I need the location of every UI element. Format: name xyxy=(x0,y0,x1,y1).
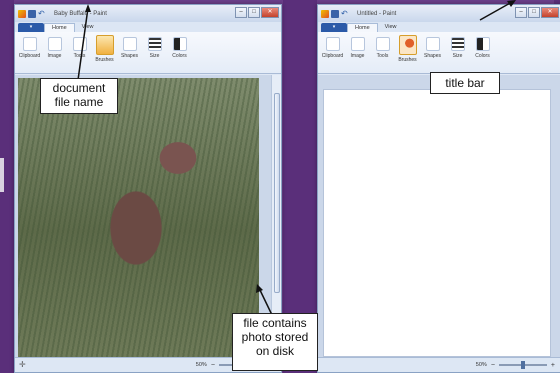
tab-home[interactable]: Home xyxy=(347,23,378,32)
zoom-minus-icon[interactable]: − xyxy=(491,362,495,369)
maximize-button[interactable]: □ xyxy=(528,7,540,18)
ribbon-group-clipboard[interactable]: Clipboard xyxy=(18,34,41,71)
title-bar[interactable]: ↶ Baby Buffalo - Paint – □ ✕ xyxy=(15,5,281,22)
background-marker xyxy=(0,158,4,192)
close-button[interactable]: ✕ xyxy=(261,7,279,18)
tools-icon xyxy=(72,37,87,51)
callout-document-file-name: document file name xyxy=(40,78,118,114)
group-label: Size xyxy=(149,53,160,59)
group-label: Colors xyxy=(172,53,187,59)
callout-title-bar: title bar xyxy=(430,72,500,94)
group-label: Tools xyxy=(376,53,389,59)
scroll-thumb[interactable] xyxy=(274,93,280,293)
group-label: Clipboard xyxy=(321,53,344,59)
file-menu-button[interactable]: ▾ xyxy=(321,23,347,32)
zoom-level: 50% xyxy=(195,362,207,368)
close-button[interactable]: ✕ xyxy=(541,7,559,18)
group-label: Shapes xyxy=(424,53,441,59)
shapes-icon xyxy=(425,37,440,51)
zoom-level: 50% xyxy=(475,362,487,368)
ribbon-group-image[interactable]: Image xyxy=(346,34,369,71)
file-menu-button[interactable]: ▾ xyxy=(18,23,44,32)
colors-icon xyxy=(475,37,490,51)
window-controls: – □ ✕ xyxy=(515,7,559,18)
colors-icon xyxy=(172,37,187,51)
window-controls: – □ ✕ xyxy=(235,7,279,18)
ribbon-group-colors[interactable]: Colors xyxy=(471,34,494,71)
maximize-button[interactable]: □ xyxy=(248,7,260,18)
tools-icon xyxy=(375,37,390,51)
undo-icon[interactable]: ↶ xyxy=(341,9,349,18)
ribbon-group-colors[interactable]: Colors xyxy=(168,34,191,71)
callout-text: document file name xyxy=(52,81,106,109)
ribbon-group-size[interactable]: Size xyxy=(446,34,469,71)
callout-file-contains: file contains photo stored on disk xyxy=(232,313,318,371)
group-label: Size xyxy=(452,53,463,59)
ribbon-group-shapes[interactable]: Shapes xyxy=(421,34,444,71)
zoom-minus-icon[interactable]: − xyxy=(211,362,215,369)
buffalo-photo[interactable] xyxy=(18,78,259,357)
ribbon-group-shapes[interactable]: Shapes xyxy=(118,34,141,71)
shapes-icon xyxy=(122,37,137,51)
ribbon: Clipboard Image Tools Brushes Shapes Siz… xyxy=(15,32,281,74)
size-icon xyxy=(450,37,465,51)
save-icon[interactable] xyxy=(28,9,36,18)
window-title: Baby Buffalo - Paint xyxy=(54,10,107,17)
ribbon-tabs: ▾ Home View xyxy=(15,22,281,32)
zoom-slider[interactable] xyxy=(498,361,547,369)
group-label: Brushes xyxy=(398,57,417,63)
tab-view[interactable]: View xyxy=(75,23,101,32)
group-label: Tools xyxy=(73,53,86,59)
clipboard-icon xyxy=(22,37,37,51)
size-icon xyxy=(147,37,162,51)
zoom-plus-icon[interactable]: + xyxy=(551,362,555,369)
canvas-area xyxy=(318,75,560,357)
add-icon: ✛ xyxy=(19,360,26,369)
tab-home[interactable]: Home xyxy=(44,23,75,32)
image-icon xyxy=(350,37,365,51)
paint-window-untitled: ↶ Untitled - Paint – □ ✕ ▾ Home View Cli… xyxy=(317,4,560,373)
group-label: Image xyxy=(47,53,62,59)
callout-text: file contains photo stored on disk xyxy=(241,316,309,358)
ribbon-group-tools[interactable]: Tools xyxy=(68,34,91,71)
ribbon-tabs: ▾ Home View xyxy=(318,22,560,32)
status-bar: 50% − + xyxy=(318,357,560,372)
blank-canvas[interactable] xyxy=(323,89,551,357)
paint-icon[interactable] xyxy=(321,9,329,18)
zoom-slider-knob[interactable] xyxy=(520,361,525,369)
ribbon-group-brushes[interactable]: Brushes xyxy=(396,34,419,71)
ribbon-group-tools[interactable]: Tools xyxy=(371,34,394,71)
title-bar[interactable]: ↶ Untitled - Paint – □ ✕ xyxy=(318,5,560,22)
group-label: Shapes xyxy=(121,53,138,59)
paint-icon[interactable] xyxy=(18,9,26,18)
group-label: Image xyxy=(350,53,365,59)
ribbon-group-image[interactable]: Image xyxy=(43,34,66,71)
clipboard-icon xyxy=(325,37,340,51)
group-label: Colors xyxy=(475,53,490,59)
callout-text: title bar xyxy=(445,76,485,90)
minimize-button[interactable]: – xyxy=(515,7,527,18)
ribbon: Clipboard Image Tools Brushes Shapes Siz… xyxy=(318,32,560,74)
window-title: Untitled - Paint xyxy=(357,10,397,17)
tab-view[interactable]: View xyxy=(378,23,404,32)
group-label: Brushes xyxy=(95,57,114,63)
brushes-icon xyxy=(398,35,417,55)
brushes-icon xyxy=(95,35,114,55)
group-label: Clipboard xyxy=(18,53,41,59)
ribbon-group-clipboard[interactable]: Clipboard xyxy=(321,34,344,71)
ribbon-group-brushes[interactable]: Brushes xyxy=(93,34,116,71)
image-icon xyxy=(47,37,62,51)
save-icon[interactable] xyxy=(331,9,339,18)
minimize-button[interactable]: – xyxy=(235,7,247,18)
ribbon-group-size[interactable]: Size xyxy=(143,34,166,71)
undo-icon[interactable]: ↶ xyxy=(38,9,46,18)
